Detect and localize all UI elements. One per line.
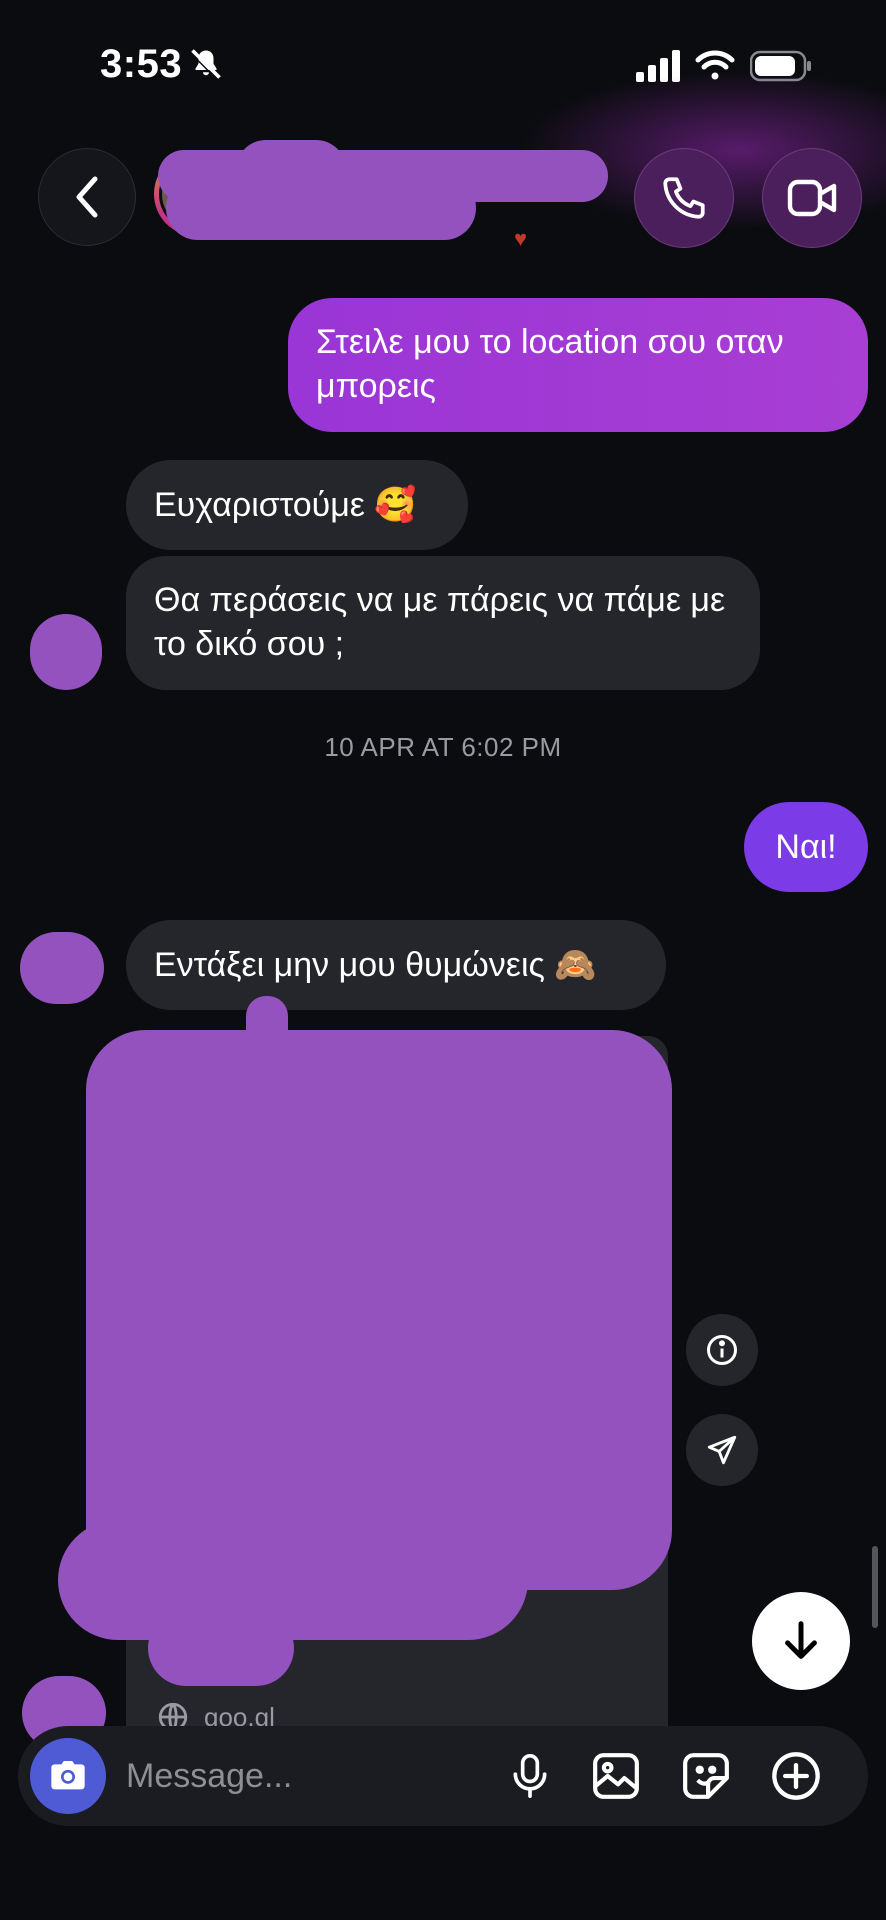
scrollbar[interactable] bbox=[872, 1546, 878, 1628]
video-call-button[interactable] bbox=[762, 148, 862, 248]
message-timestamp: 10 APR AT 6:02 PM bbox=[324, 732, 562, 762]
redacted-map-preview-3 bbox=[148, 1610, 294, 1686]
message-text: Εντάξει μην μου θυμώνεις 🙈 bbox=[154, 946, 597, 984]
redacted-map-preview-4 bbox=[246, 996, 288, 1056]
image-icon bbox=[593, 1753, 639, 1799]
more-options-button[interactable] bbox=[768, 1748, 824, 1804]
share-button[interactable] bbox=[686, 1414, 758, 1486]
redacted-map-preview-2 bbox=[58, 1520, 528, 1640]
message-bubble-sent[interactable]: Ναι! bbox=[744, 802, 868, 892]
status-time: 3:53 bbox=[100, 42, 183, 86]
paper-plane-icon bbox=[707, 1435, 737, 1465]
heart-icon: ♥ bbox=[514, 226, 528, 251]
redacted-sender-avatar bbox=[30, 614, 102, 690]
scroll-to-bottom-button[interactable] bbox=[752, 1592, 850, 1690]
back-button[interactable] bbox=[38, 148, 136, 246]
message-bubble-received[interactable]: Ευχαριστούμε 🥰 bbox=[126, 460, 468, 550]
message-input[interactable] bbox=[126, 1748, 486, 1804]
sticker-button[interactable] bbox=[678, 1748, 734, 1804]
chevron-left-icon bbox=[76, 176, 98, 218]
audio-call-button[interactable] bbox=[634, 148, 734, 248]
bell-muted-icon bbox=[189, 49, 221, 81]
redacted-sender-avatar bbox=[20, 932, 104, 1004]
message-bubble-received[interactable]: Θα περάσεις να με πάρεις να πάμε με το δ… bbox=[126, 556, 760, 690]
message-text: Ευχαριστούμε 🥰 bbox=[154, 486, 417, 524]
redacted-map-preview bbox=[86, 1030, 672, 1590]
sticker-icon bbox=[683, 1753, 729, 1799]
camera-button[interactable] bbox=[30, 1738, 106, 1814]
microphone-icon bbox=[513, 1754, 547, 1798]
video-camera-icon bbox=[787, 179, 837, 217]
message-bubble-received[interactable]: Εντάξει μην μου θυμώνεις 🙈 bbox=[126, 920, 666, 1010]
message-info-button[interactable] bbox=[686, 1314, 758, 1386]
phone-icon bbox=[663, 177, 705, 219]
gallery-button[interactable] bbox=[588, 1748, 644, 1804]
voice-message-button[interactable] bbox=[502, 1748, 558, 1804]
message-bubble-sent[interactable]: Στειλε μου το location σου οταν μπορεις bbox=[288, 298, 868, 432]
arrow-down-icon bbox=[785, 1621, 817, 1659]
camera-icon bbox=[51, 1761, 85, 1790]
info-icon bbox=[707, 1335, 737, 1365]
redacted-contact-name-3 bbox=[236, 140, 346, 200]
plus-circle-icon bbox=[772, 1752, 820, 1800]
